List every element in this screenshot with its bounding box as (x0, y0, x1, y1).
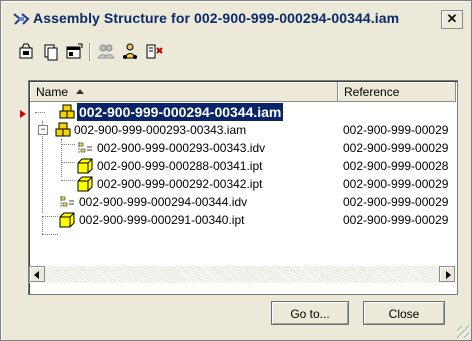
resize-grip[interactable] (457, 326, 469, 338)
close-button[interactable]: Close (363, 301, 445, 325)
assembly-structure-dialog: Assembly Structure for 002-900-999-00029… (0, 0, 472, 341)
tree-connector (42, 234, 58, 235)
tree-row-reference: 002-900-999-00029 (343, 177, 449, 191)
tree-row[interactable]: 002-900-999-000294-00344.iam (30, 103, 456, 121)
assembly-icon (59, 104, 75, 119)
people-icon[interactable] (95, 41, 117, 63)
tree-row[interactable]: 002-900-999-000292-00342.ipt 002-900-999… (30, 175, 456, 193)
part-icon (77, 176, 93, 192)
scroll-right-button[interactable] (439, 266, 455, 282)
copy-icon[interactable] (39, 41, 61, 63)
user-add-icon[interactable] (119, 41, 141, 63)
tree-row-name: 002-900-999-000288-00341.ipt (97, 159, 263, 173)
tree-row-reference: 002-900-999-00029 (343, 195, 449, 209)
tree-row-reference: 002-900-999-00028 (343, 159, 449, 173)
column-header-reference[interactable]: Reference (338, 82, 456, 102)
close-button-label: Close (388, 307, 420, 321)
column-header-name[interactable]: Name (30, 82, 338, 102)
window-title: Assembly Structure for 002-900-999-00029… (33, 10, 400, 26)
assembly-structure-icon (13, 13, 30, 25)
tree-row-reference: 002-900-999-00029 (343, 141, 449, 155)
title-bar[interactable]: Assembly Structure for 002-900-999-00029… (3, 3, 469, 33)
scroll-left-button[interactable] (29, 266, 45, 282)
tree-row[interactable]: − 002-900-999-000293-00343.iam 002-900-9… (30, 121, 456, 139)
tree-row-reference: 002-900-999-00029 (343, 123, 449, 137)
open-icon[interactable] (15, 41, 37, 63)
toolbar-separator (89, 43, 90, 61)
drawing-view-icon (60, 196, 74, 208)
sort-ascending-icon (76, 89, 84, 94)
tree-row-name: 002-900-999-000293-00343.iam (74, 123, 247, 137)
tree-row-name: 002-900-999-000294-00344.idv (79, 195, 248, 209)
part-icon (77, 158, 93, 174)
tree-row-name: 002-900-999-000294-00344.iam (77, 103, 284, 121)
split-icon[interactable] (143, 41, 165, 63)
title-close-button[interactable]: ✕ (441, 10, 463, 29)
assembly-icon (55, 122, 71, 137)
drawing-view-icon (78, 142, 92, 154)
tree-row[interactable]: 002-900-999-000291-00340.ipt 002-900-999… (30, 211, 456, 229)
arrow-left-icon (34, 271, 39, 279)
tree-row[interactable]: 002-900-999-000293-00343.idv 002-900-999… (30, 139, 456, 157)
horizontal-scrollbar[interactable] (29, 266, 455, 283)
column-header-name-label: Name (36, 85, 69, 99)
tree-row[interactable]: 002-900-999-000294-00344.idv 002-900-999… (30, 193, 456, 211)
tree-row-reference: 002-900-999-00029 (343, 213, 449, 227)
tree-row-name: 002-900-999-000292-00342.ipt (97, 177, 263, 191)
properties-icon[interactable] (63, 41, 85, 63)
goto-button[interactable]: Go to... (271, 301, 349, 325)
tree-row-name: 002-900-999-000293-00343.idv (97, 141, 266, 155)
collapse-toggle[interactable]: − (38, 125, 48, 135)
toolbar (15, 41, 265, 65)
arrow-right-icon (446, 271, 451, 279)
scrollbar-track[interactable] (45, 266, 439, 283)
tree-row-name: 002-900-999-000291-00340.ipt (79, 213, 245, 227)
column-header-reference-label: Reference (344, 85, 400, 99)
selection-pointer-icon (20, 110, 26, 118)
part-icon (59, 212, 75, 228)
assembly-tree[interactable]: Name Reference 002-900-999-000294-00344.… (28, 80, 458, 295)
tree-row[interactable]: 002-900-999-000288-00341.ipt 002-900-999… (30, 157, 456, 175)
